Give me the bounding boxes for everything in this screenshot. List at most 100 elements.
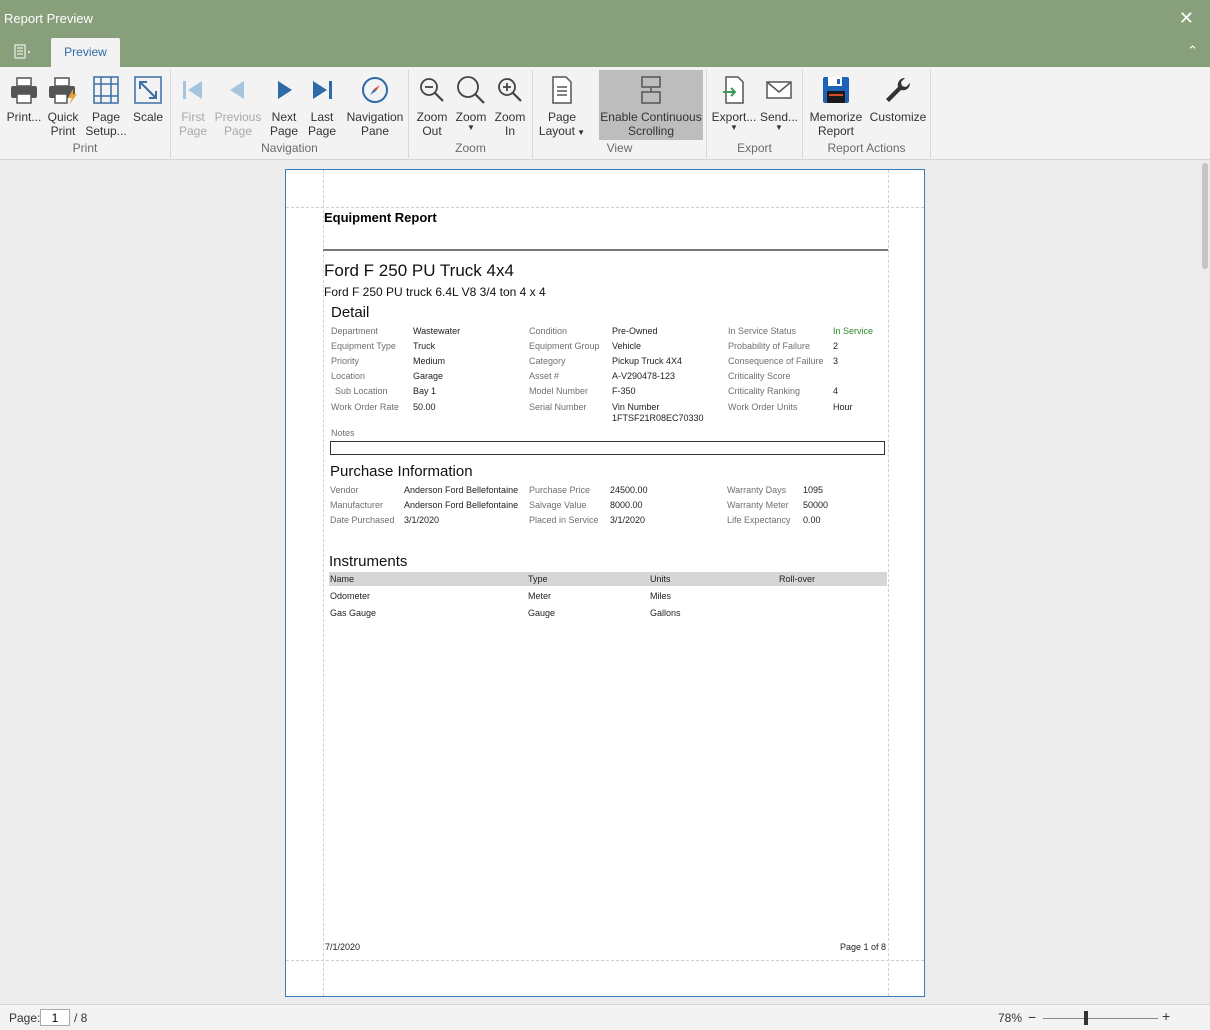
report-title: Equipment Report xyxy=(324,210,437,225)
purchase-section-title: Purchase Information xyxy=(330,463,473,480)
life-expectancy-value: 0.00 xyxy=(803,515,821,525)
equipment-name: Ford F 250 PU Truck 4x4 xyxy=(324,261,514,280)
condition-value: Pre-Owned xyxy=(612,326,658,336)
zoom-slider-thumb[interactable] xyxy=(1084,1011,1088,1025)
instruments-section-title: Instruments xyxy=(329,553,408,570)
print-group: Print... Quick Print Page Setup... Scale… xyxy=(0,70,171,158)
view-group: Page Layout ▼ Enable Continuous Scrollin… xyxy=(533,70,707,158)
report-footer-date: 7/1/2020 xyxy=(325,942,361,952)
instrument-row-name: Gas Gauge xyxy=(330,608,377,618)
page-setup-icon xyxy=(93,76,119,104)
report-actions-group-label: Report Actions xyxy=(827,141,906,155)
placed-in-service-value: 3/1/2020 xyxy=(610,515,646,525)
send-button[interactable]: Send... ▼ xyxy=(759,70,799,140)
navigation-pane-button[interactable]: Navigation Pane xyxy=(343,70,407,140)
title-bar: Report Preview ✕ xyxy=(0,0,1210,37)
sub-location-value: Bay 1 xyxy=(413,386,437,396)
category-value: Pickup Truck 4X4 xyxy=(612,356,683,366)
location-value: Garage xyxy=(413,371,444,381)
zoom-in-button[interactable]: Zoom In xyxy=(491,70,529,140)
equipment-type-label: Equipment Type xyxy=(331,341,396,351)
wrench-icon xyxy=(886,77,911,102)
salvage-value-value: 8000.00 xyxy=(610,500,643,510)
page-layout-icon xyxy=(552,76,572,104)
purchase-price-label: Purchase Price xyxy=(529,485,591,495)
envelope-icon xyxy=(766,81,792,99)
memorize-report-button[interactable]: Memorize Report xyxy=(808,70,864,140)
placed-in-service-label: Placed in Service xyxy=(529,515,599,525)
export-icon xyxy=(723,76,744,104)
department-value: Wastewater xyxy=(413,326,461,336)
serial-number-value-line2: 1FTSF21R08EC70330 xyxy=(612,413,704,423)
vendor-value: Anderson Ford Bellefontaine xyxy=(404,485,519,495)
instrument-row-units: Gallons xyxy=(650,608,681,618)
instruments-column-type: Type xyxy=(528,574,548,584)
navigation-group: First Page Previous Page Next Page Last … xyxy=(171,70,409,158)
instruments-column-units: Units xyxy=(650,574,671,584)
instrument-row-name: Odometer xyxy=(330,591,371,601)
report-actions-group: Memorize Report Customize Report Actions xyxy=(803,70,931,158)
vendor-label: Vendor xyxy=(330,485,359,495)
print-button[interactable]: Print... xyxy=(5,70,43,140)
in-service-status-value: In Service xyxy=(833,326,874,336)
warranty-meter-label: Warranty Meter xyxy=(727,500,789,510)
preview-workspace: Equipment Report Ford F 250 PU Truck 4x4… xyxy=(0,161,1210,1004)
page-layout-button[interactable]: Page Layout ▼ xyxy=(538,70,586,140)
zoom-button[interactable]: Zoom ▼ xyxy=(452,70,490,140)
department-label: Department xyxy=(331,326,379,336)
manufacturer-value: Anderson Ford Bellefontaine xyxy=(404,500,519,510)
in-service-status-label: In Service Status xyxy=(728,326,797,336)
next-page-button[interactable]: Next Page xyxy=(265,70,303,140)
bottom-margin-guide xyxy=(286,960,924,961)
right-margin-guide xyxy=(888,170,889,996)
enable-continuous-scrolling-button[interactable]: Enable Continuous Scrolling xyxy=(599,70,703,140)
warranty-meter-value: 50000 xyxy=(803,500,829,510)
condition-label: Condition xyxy=(529,326,568,336)
scale-button[interactable]: Scale xyxy=(129,70,167,140)
customize-button[interactable]: Customize xyxy=(867,70,929,140)
consequence-of-failure-value: 3 xyxy=(833,356,839,366)
view-group-label: View xyxy=(606,141,633,155)
priority-value: Medium xyxy=(413,356,446,366)
application-menu-icon[interactable] xyxy=(9,43,33,61)
page-number-input[interactable] xyxy=(40,1009,70,1026)
zoom-out-button[interactable]: Zoom Out xyxy=(413,70,451,140)
tab-preview[interactable]: Preview xyxy=(51,38,120,67)
page-setup-button[interactable]: Page Setup... xyxy=(84,70,128,140)
print-group-label: Print xyxy=(72,141,98,155)
report-page: Equipment Report Ford F 250 PU Truck 4x4… xyxy=(285,169,925,997)
save-disk-icon xyxy=(823,77,849,103)
status-bar: Page: / 8 78% − + xyxy=(0,1004,1210,1030)
export-button[interactable]: Export... ▼ xyxy=(711,70,757,140)
zoom-slider-track[interactable] xyxy=(1043,1018,1158,1019)
collapse-ribbon-icon[interactable]: ⌃ xyxy=(1187,43,1198,59)
quick-print-button[interactable]: Quick Print xyxy=(44,70,82,140)
previous-page-button[interactable]: Previous Page xyxy=(213,70,263,140)
ribbon: Print... Quick Print Page Setup... Scale… xyxy=(0,67,1210,160)
first-page-button[interactable]: First Page xyxy=(173,70,213,140)
close-icon[interactable]: ✕ xyxy=(1179,8,1194,29)
salvage-value-label: Salvage Value xyxy=(529,500,587,510)
model-number-label: Model Number xyxy=(529,386,589,396)
last-page-button[interactable]: Last Page xyxy=(303,70,341,140)
first-page-icon xyxy=(183,81,202,99)
title-divider xyxy=(323,249,888,251)
instrument-row-type: Gauge xyxy=(528,608,556,618)
equipment-group-label: Equipment Group xyxy=(529,341,600,351)
zoom-out-small-button[interactable]: − xyxy=(1028,1009,1036,1025)
zoom-group: Zoom Out Zoom ▼ Zoom In Zoom xyxy=(409,70,533,158)
page-total: / 8 xyxy=(74,1011,88,1025)
probability-of-failure-label: Probability of Failure xyxy=(728,341,811,351)
work-order-units-value: Hour xyxy=(833,402,853,412)
asset-value: A-V290478-123 xyxy=(612,371,676,381)
magnifier-icon xyxy=(457,76,485,104)
purchase-price-value: 24500.00 xyxy=(610,485,648,495)
vertical-scrollbar-thumb[interactable] xyxy=(1202,163,1208,269)
manufacturer-label: Manufacturer xyxy=(330,500,384,510)
zoom-in-small-button[interactable]: + xyxy=(1162,1008,1170,1024)
next-page-icon xyxy=(278,81,292,99)
top-margin-guide xyxy=(286,207,924,208)
zoom-dropdown-icon: ▼ xyxy=(467,123,475,132)
last-page-icon xyxy=(313,81,332,99)
probability-of-failure-value: 2 xyxy=(833,341,839,351)
